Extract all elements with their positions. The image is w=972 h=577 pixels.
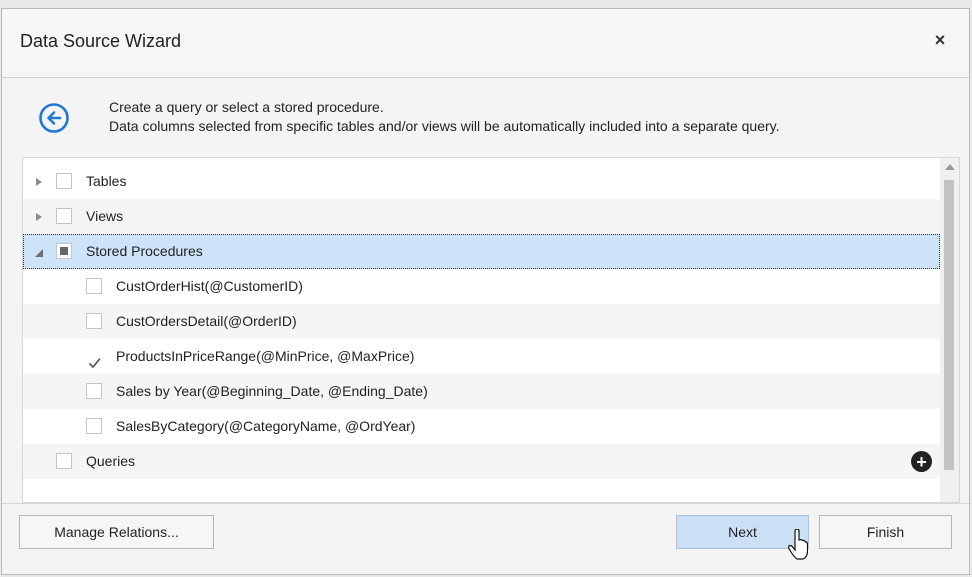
tree-node-label: CustOrdersDetail(@OrderID): [116, 313, 297, 329]
tree-node-label: CustOrderHist(@CustomerID): [116, 278, 303, 294]
tree-node-label: Tables: [86, 173, 127, 189]
tree-node-label: Stored Procedures: [86, 243, 203, 259]
scroll-up-arrow-icon[interactable]: [945, 164, 955, 170]
back-arrow-icon: [39, 103, 69, 133]
tree-checkbox[interactable]: [56, 208, 72, 224]
tree-node-queries[interactable]: Queries +: [23, 444, 940, 479]
finish-button[interactable]: Finish: [819, 515, 952, 549]
tree-checkbox[interactable]: [86, 278, 102, 294]
tree-node-label: ProductsInPriceRange(@MinPrice, @MaxPric…: [116, 348, 415, 364]
data-source-wizard-dialog: Data Source Wizard × Create a query or s…: [1, 8, 970, 575]
mouse-cursor-icon: [788, 529, 808, 560]
tree-checkbox[interactable]: [86, 383, 102, 399]
tree-node-procedure[interactable]: SalesByCategory(@CategoryName, @OrdYear): [23, 409, 940, 444]
header-line-2: Data columns selected from specific tabl…: [109, 118, 780, 134]
tree-node-views[interactable]: Views: [23, 199, 940, 234]
tree-checkbox-indeterminate[interactable]: [56, 243, 72, 259]
wizard-header: Create a query or select a stored proced…: [2, 78, 969, 158]
footer-separator: [2, 503, 969, 504]
tree-node-procedure[interactable]: CustOrderHist(@CustomerID): [23, 269, 940, 304]
manage-relations-button[interactable]: Manage Relations...: [19, 515, 214, 549]
tree-node-procedure[interactable]: ProductsInPriceRange(@MinPrice, @MaxPric…: [23, 339, 940, 374]
scroll-thumb[interactable]: [944, 180, 954, 470]
title-bar: Data Source Wizard ×: [2, 9, 969, 77]
back-button[interactable]: [38, 102, 70, 134]
expand-arrow-icon[interactable]: [33, 199, 45, 234]
tree-node-label: Queries: [86, 453, 136, 469]
header-description: Create a query or select a stored proced…: [109, 98, 780, 136]
close-button[interactable]: ×: [925, 25, 955, 55]
tree-checkbox-checked[interactable]: [86, 348, 102, 369]
checkmark-icon: [88, 357, 101, 369]
tree-node-label: Sales by Year(@Beginning_Date, @Ending_D…: [116, 383, 428, 399]
plus-icon: +: [916, 451, 927, 472]
tree-node-label: SalesByCategory(@CategoryName, @OrdYear): [116, 418, 416, 434]
collapse-arrow-icon[interactable]: [33, 235, 45, 270]
dialog-title: Data Source Wizard: [20, 31, 182, 51]
tree-checkbox[interactable]: [86, 313, 102, 329]
tree-node-label: Views: [86, 208, 124, 224]
header-line-1: Create a query or select a stored proced…: [109, 99, 384, 115]
tree-node-stored-procedures[interactable]: Stored Procedures: [23, 234, 940, 269]
tree-checkbox[interactable]: [56, 173, 72, 189]
tree-node-procedure[interactable]: CustOrdersDetail(@OrderID): [23, 304, 940, 339]
add-query-button[interactable]: +: [911, 451, 932, 472]
expand-arrow-icon[interactable]: [33, 164, 45, 199]
object-tree[interactable]: Tables Views Stored Procedures CustOrder…: [22, 157, 960, 503]
tree-node-tables[interactable]: Tables: [23, 164, 940, 199]
tree-node-procedure[interactable]: Sales by Year(@Beginning_Date, @Ending_D…: [23, 374, 940, 409]
tree-checkbox[interactable]: [86, 418, 102, 434]
tree-checkbox[interactable]: [56, 453, 72, 469]
close-icon: ×: [934, 29, 946, 50]
vertical-scrollbar[interactable]: [940, 158, 959, 502]
